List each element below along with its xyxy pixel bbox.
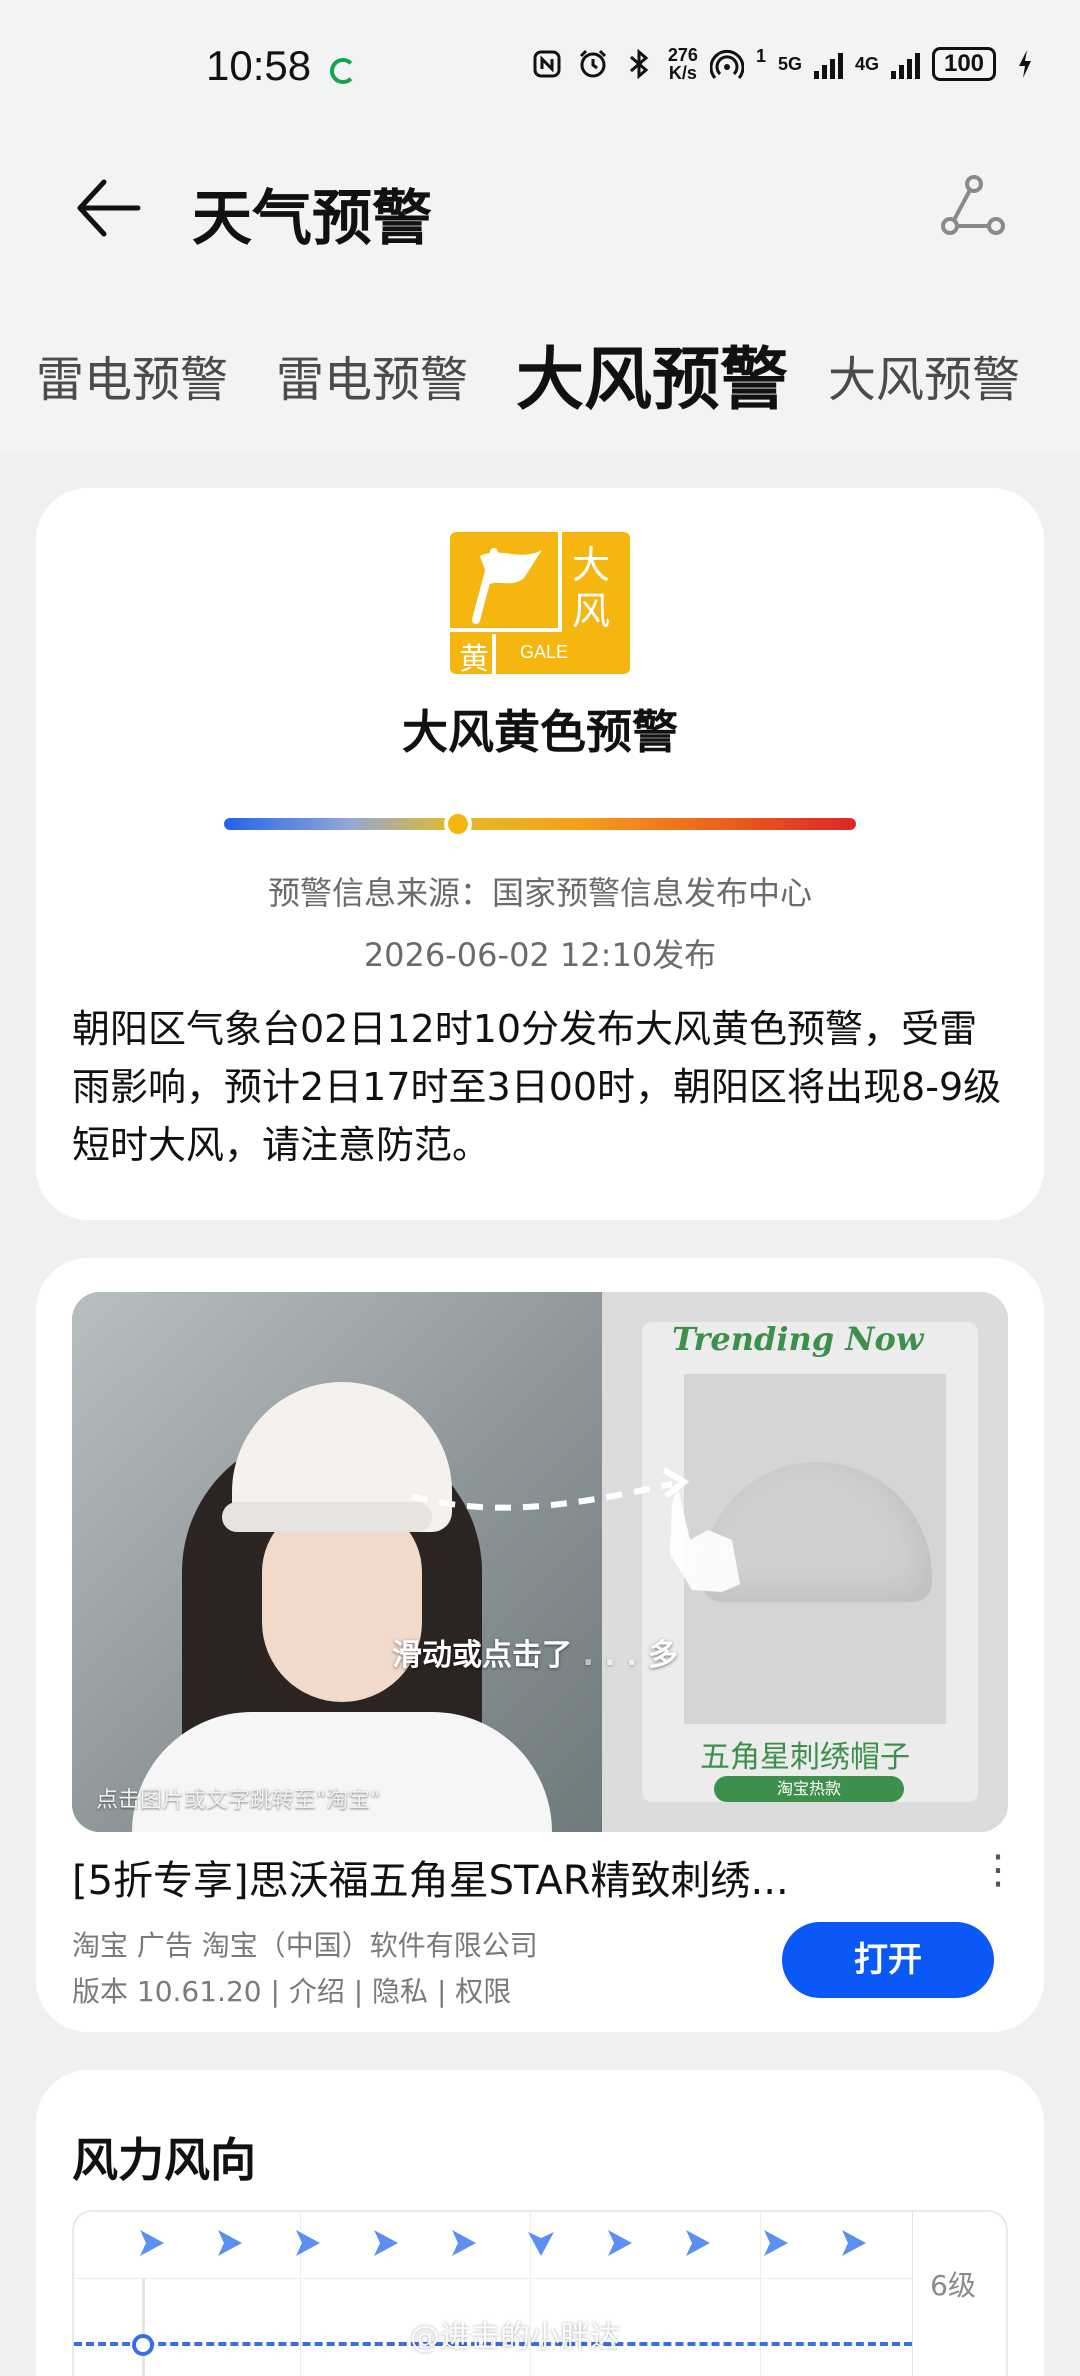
icon-char-feng: 风 [572, 589, 611, 633]
ad-swipe-hint-end: 多 [647, 1638, 678, 1673]
warning-source: 预警信息来源：国家预警信息发布中心 [267, 874, 812, 912]
ad-meta-version[interactable]: 版本 10.61.20 | 介绍 | 隐私 | 权限 [72, 1970, 511, 2010]
battery-icon: 100 [932, 47, 996, 81]
more-options-icon[interactable]: ⋮ [978, 1850, 1018, 1900]
tab-gale-2[interactable]: 大风预警 [828, 340, 1020, 410]
wind-direction-icon [842, 2230, 866, 2256]
wind-direction-icon [528, 2232, 554, 2256]
ad-swipe-hint: 滑动或点击了 . . . 多 [392, 1638, 678, 1673]
warning-tabs: 雷电预警 雷电预警 大风预警 大风预警 [0, 300, 1080, 450]
warning-time: 2026-06-02 12:10发布 [363, 936, 717, 974]
warning-title: 大风黄色预警 [402, 705, 678, 759]
gale-yellow-warning-icon: 大 风 黄 GALE [450, 532, 630, 674]
warning-card: 大 风 黄 GALE 大风黄色预警 预警信息来源：国家预警信息发布中心 2026… [36, 488, 1044, 1220]
share-button[interactable] [936, 170, 1012, 246]
wind-direction-icon [686, 2230, 710, 2256]
signal-icon [891, 49, 920, 79]
app-header: 天气预警 [0, 130, 1080, 280]
flag-icon [450, 532, 562, 632]
warning-body: 朝阳区气象台02日12时10分发布大风黄色预警，受雷雨影响，预计2日17时至3日… [72, 1007, 1002, 1167]
wind-direction-icon [218, 2230, 242, 2256]
back-button[interactable] [68, 168, 148, 248]
grid-line [74, 2278, 912, 2279]
icon-color-char: 黄 [456, 634, 496, 674]
sync-icon [330, 58, 356, 84]
ad-card: Trending Now 五角星刺绣帽子 淘宝热款 滑动或点击了 . . . 多… [36, 1258, 1044, 2032]
net-speed-value: 276 [667, 45, 698, 65]
warning-level-marker [443, 810, 472, 838]
ad-image[interactable]: Trending Now 五角星刺绣帽子 淘宝热款 滑动或点击了 . . . 多… [72, 1292, 1008, 1832]
page-title: 天气预警 [192, 184, 432, 254]
wind-direction-icon [764, 2230, 788, 2256]
ad-title[interactable]: [5折专享]思沃福五角星STAR精致刺绣... [72, 1848, 932, 1906]
tab-thunder-2[interactable]: 雷电预警 [276, 340, 468, 410]
alarm-icon [576, 47, 610, 81]
wind-current-point [132, 2334, 154, 2356]
hotspot-icon [709, 47, 744, 81]
wind-direction-icon [374, 2230, 398, 2256]
wind-direction-icon [452, 2230, 476, 2256]
icon-code: GALE [520, 642, 569, 662]
hand-pointer-icon [670, 1488, 740, 1592]
wind-direction-icon [140, 2230, 164, 2256]
signal-icon [813, 49, 843, 79]
wind-level-label: 6级 [930, 2269, 976, 2302]
charging-icon [1008, 47, 1042, 81]
ad-meta-publisher: 淘宝 广告 淘宝（中国）软件有限公司 [72, 1929, 538, 1962]
ad-tap-hint: 点击图片或文字跳转至"淘宝" [96, 1788, 381, 1813]
back-arrow-icon [77, 179, 141, 237]
grid-line [912, 2212, 913, 2376]
net-speed-unit: K/s [668, 63, 697, 83]
tab-gale-active[interactable]: 大风预警 [516, 324, 788, 423]
warning-level-bar [224, 810, 856, 838]
share-icon [941, 175, 1005, 235]
status-time: 10:58 [206, 42, 312, 89]
sim2-type: 4G [854, 54, 879, 74]
ad-swipe-hint-text: 滑动或点击了 [392, 1638, 572, 1673]
watermark: @进击的小胖达 [410, 2320, 620, 2355]
open-button[interactable]: 打开 [782, 1922, 994, 1998]
tab-thunder-1[interactable]: 雷电预警 [36, 340, 228, 410]
wind-direction-icon [608, 2230, 632, 2256]
nfc-icon [530, 47, 564, 81]
sim1-slot: 1 [755, 46, 766, 66]
sim1-type: 5G [777, 54, 802, 74]
wind-direction-icon [296, 2230, 320, 2256]
content-area: 大 风 黄 GALE 大风黄色预警 预警信息来源：国家预警信息发布中心 2026… [0, 452, 1080, 2376]
status-icons: 276 K/s 1 5G 4G 100 [530, 46, 1042, 82]
wind-cursor [142, 2278, 145, 2376]
net-speed: 276 K/s [668, 46, 698, 82]
wind-title: 风力风向 [72, 2133, 256, 2187]
status-bar: 10:58 276 K/s 1 5G 4G 100 [0, 0, 1080, 130]
bluetooth-icon [622, 47, 656, 81]
